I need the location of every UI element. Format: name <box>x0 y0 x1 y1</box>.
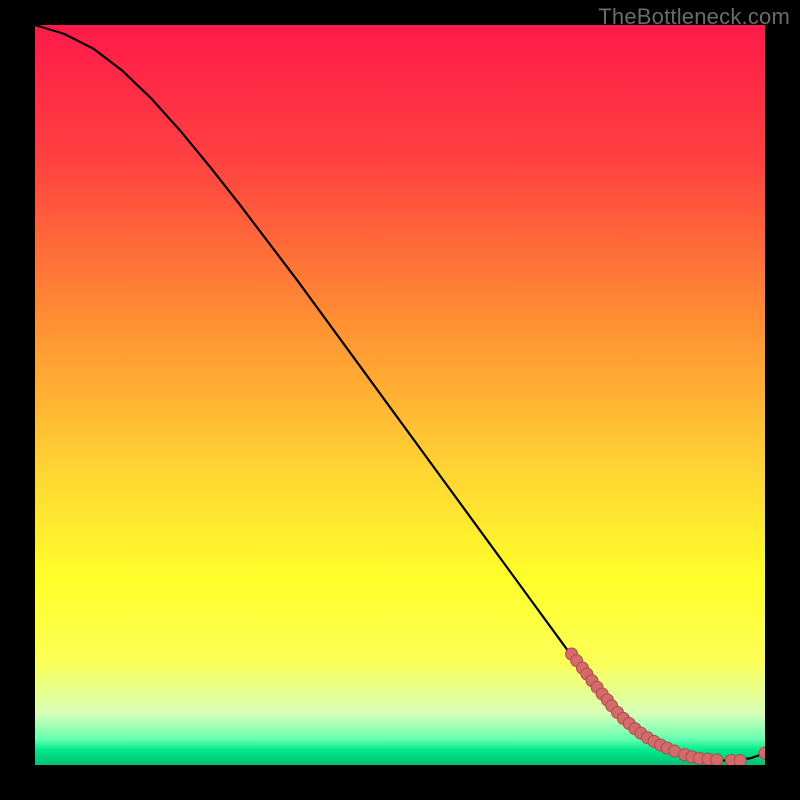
watermark-text: TheBottleneck.com <box>598 4 790 30</box>
data-point <box>711 754 723 765</box>
chart-svg <box>35 25 765 765</box>
chart-background <box>35 25 765 765</box>
chart-plot-area <box>35 25 765 765</box>
data-point <box>734 755 746 765</box>
